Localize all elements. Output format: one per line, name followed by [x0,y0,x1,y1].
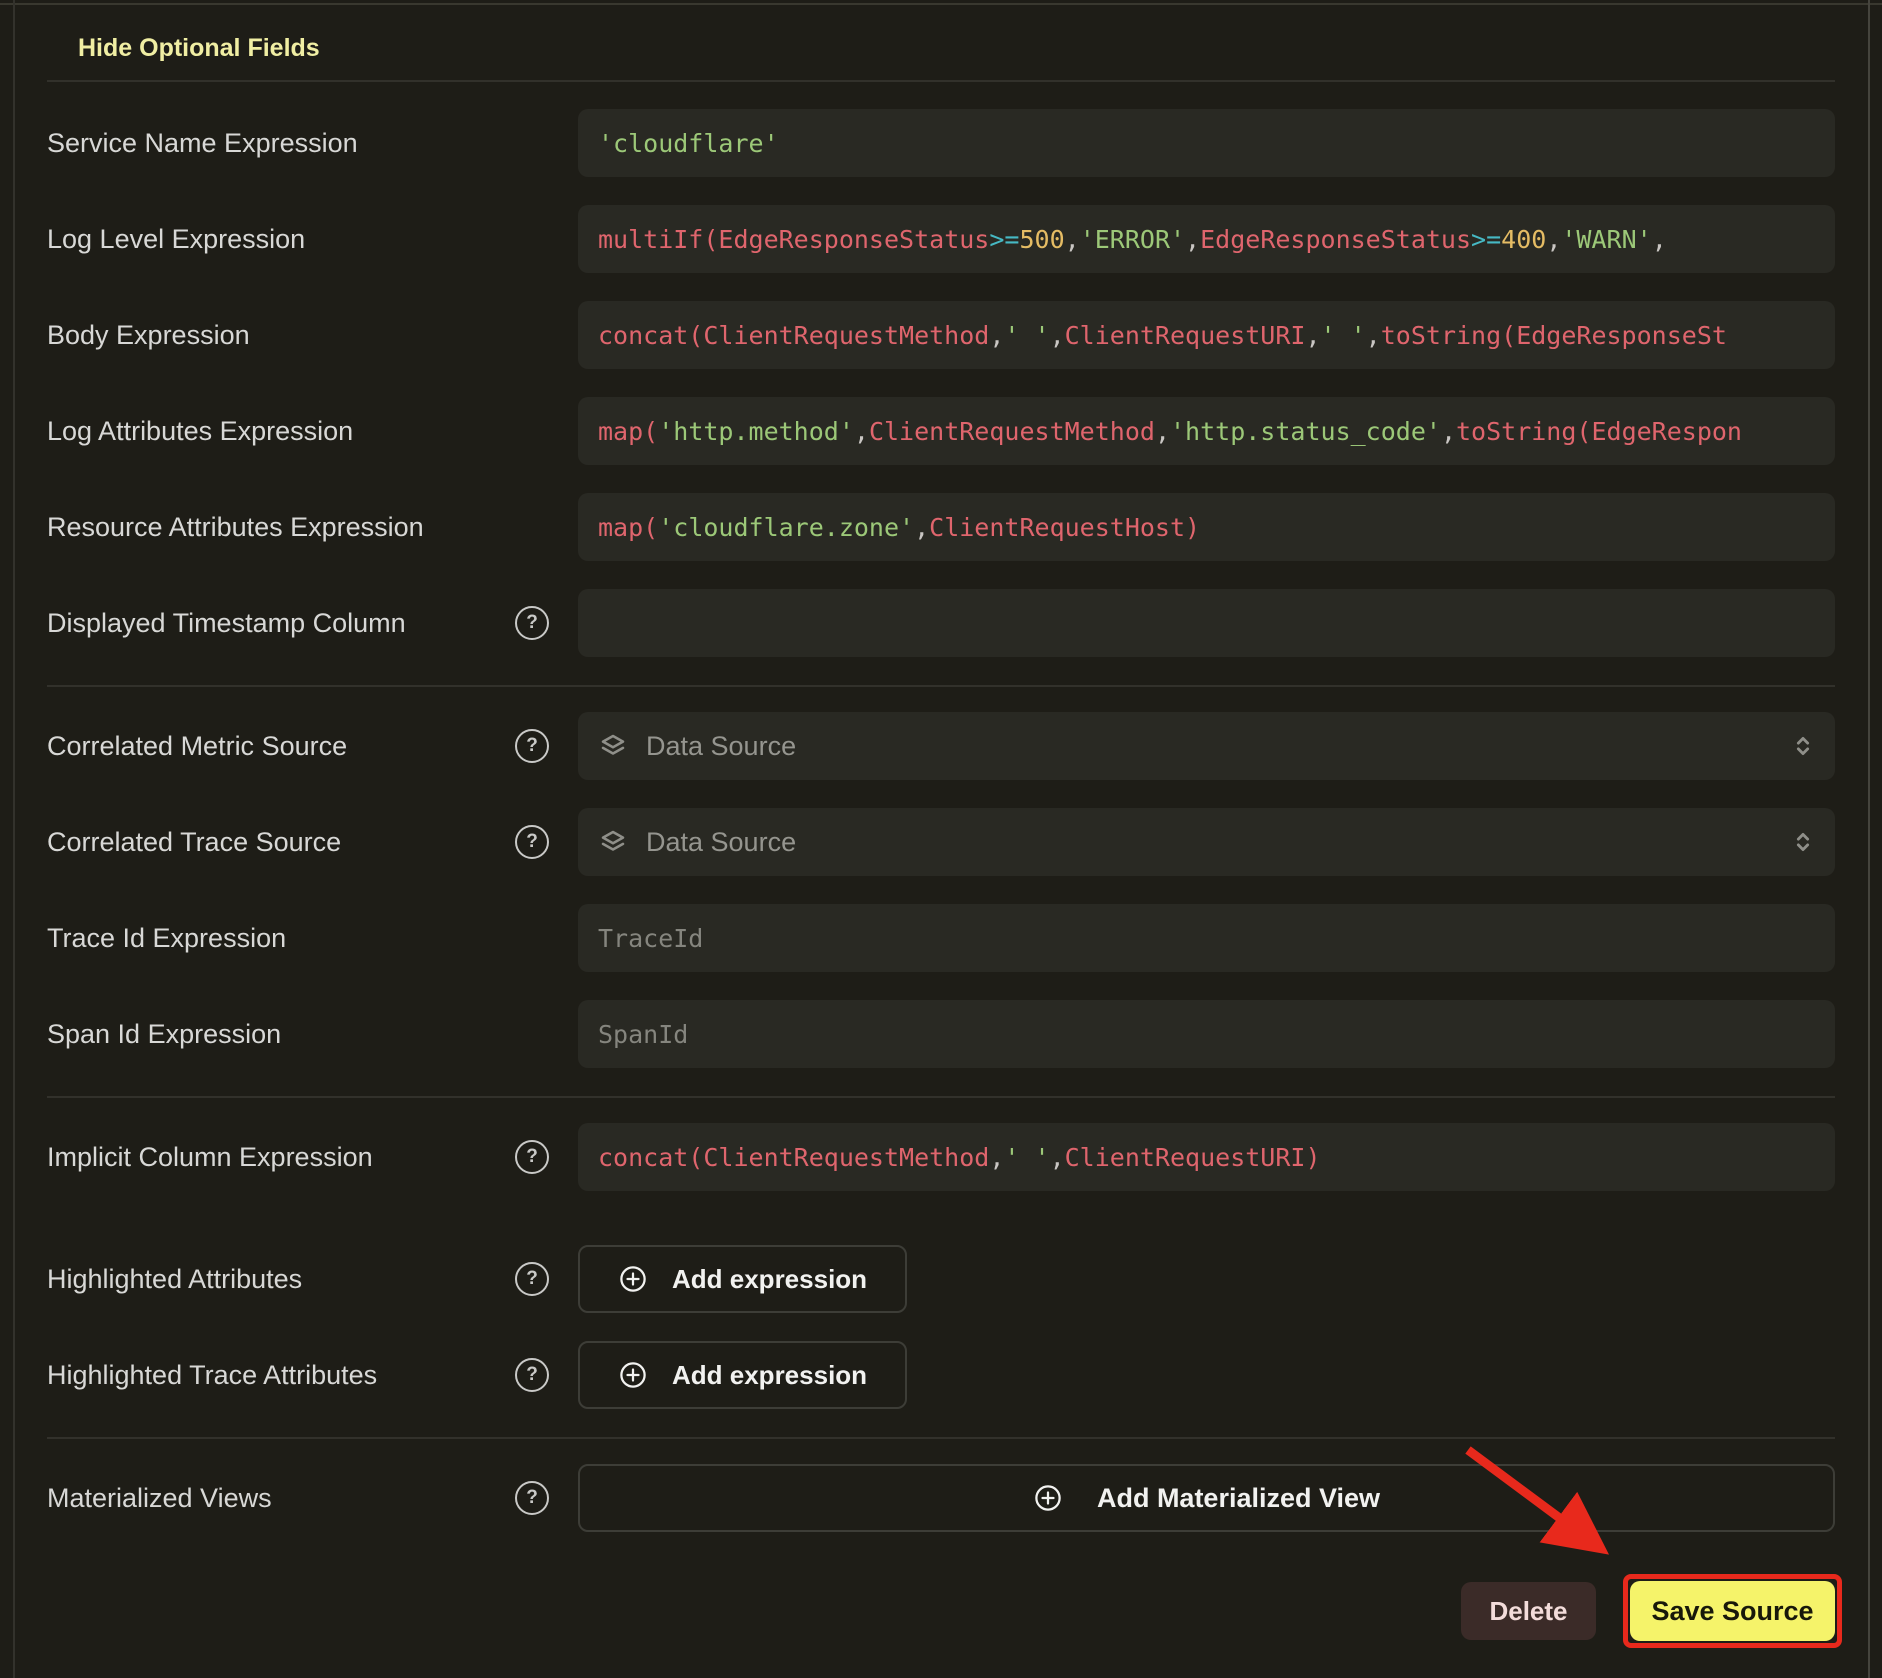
correlated-trace-source-control: Data Source [578,808,1835,876]
span-id-expression-row: Span Id Expression SpanId [47,1000,1835,1068]
help-icon[interactable]: ? [515,1140,549,1174]
layers-icon [598,731,628,761]
correlated-metric-source-select[interactable]: Data Source [578,712,1835,780]
highlighted-trace-attributes-control: Add expression [578,1341,1835,1409]
add-expression-button[interactable]: Add expression [578,1245,907,1313]
trace-id-expression-row: Trace Id Expression TraceId [47,904,1835,972]
select-placeholder: Data Source [646,827,1789,858]
body-expression-input[interactable]: concat(ClientRequestMethod, ' ', ClientR… [578,301,1835,369]
span-id-expression-control: SpanId [578,1000,1835,1068]
correlated-trace-source-select[interactable]: Data Source [578,808,1835,876]
log-level-expression-input[interactable]: multiIf(EdgeResponseStatus >= 500, 'ERRO… [578,205,1835,273]
displayed-timestamp-column-label: Displayed Timestamp Column [47,608,515,639]
correlated-metric-source-control: Data Source [578,712,1835,780]
implicit-column-expression-help-slot: ? [515,1140,578,1174]
materialized-views-control: Add Materialized View [578,1464,1835,1532]
button-label: Add expression [672,1264,867,1295]
add-expression-button[interactable]: Add expression [578,1341,907,1409]
chevron-updown-icon [1789,828,1817,856]
select-placeholder: Data Source [646,731,1789,762]
service-name-expression-input[interactable]: 'cloudflare' [578,109,1835,177]
help-icon[interactable]: ? [515,1358,549,1392]
source-settings-form: Hide Optional Fields Service Name Expres… [0,0,1882,1648]
section-divider [47,1096,1835,1098]
section-divider [47,685,1835,687]
annotation-highlight-box: Save Source [1623,1574,1842,1648]
help-icon[interactable]: ? [515,606,549,640]
log-level-expression-control: multiIf(EdgeResponseStatus >= 500, 'ERRO… [578,205,1835,273]
hide-optional-fields-link[interactable]: Hide Optional Fields [78,32,320,64]
trace-id-expression-control: TraceId [578,904,1835,972]
form-actions: Delete Save Source [47,1574,1842,1648]
displayed-timestamp-column-input[interactable] [578,589,1835,657]
help-icon[interactable]: ? [515,729,549,763]
highlighted-attributes-control: Add expression [578,1245,1835,1313]
resource-attributes-expression-row: Resource Attributes Expression map('cloud… [47,493,1835,561]
highlighted-attributes-help-slot: ? [515,1262,578,1296]
correlated-metric-source-row: Correlated Metric Source? Data Source [47,712,1835,780]
highlighted-trace-attributes-row: Highlighted Trace Attributes? Add express… [47,1341,1835,1409]
service-name-expression-row: Service Name Expression 'cloudflare' [47,109,1835,177]
displayed-timestamp-column-help-slot: ? [515,606,578,640]
add-materialized-view-button[interactable]: Add Materialized View [578,1464,1835,1532]
highlighted-attributes-label: Highlighted Attributes [47,1264,515,1295]
delete-button[interactable]: Delete [1461,1582,1596,1640]
log-attributes-expression-input[interactable]: map('http.method', ClientRequestMethod, … [578,397,1835,465]
body-expression-control: concat(ClientRequestMethod, ' ', ClientR… [578,301,1835,369]
displayed-timestamp-column-control [578,589,1835,657]
save-source-button[interactable]: Save Source [1630,1581,1835,1641]
log-attributes-expression-control: map('http.method', ClientRequestMethod, … [578,397,1835,465]
service-name-expression-control: 'cloudflare' [578,109,1835,177]
resource-attributes-expression-label: Resource Attributes Expression [47,512,515,543]
section-divider [47,1437,1835,1439]
section-divider [47,80,1835,82]
materialized-views-row: Materialized Views? Add Materialized View [47,1464,1835,1532]
body-expression-label: Body Expression [47,320,515,351]
materialized-views-help-slot: ? [515,1481,578,1515]
correlated-trace-source-label: Correlated Trace Source [47,827,515,858]
implicit-column-expression-row: Implicit Column Expression? concat(Client… [47,1123,1835,1191]
button-label: Add expression [672,1360,867,1391]
chevron-updown-icon [1789,732,1817,760]
help-icon[interactable]: ? [515,1481,549,1515]
correlated-metric-source-help-slot: ? [515,729,578,763]
resource-attributes-expression-control: map('cloudflare.zone', ClientRequestHost… [578,493,1835,561]
resource-attributes-expression-input[interactable]: map('cloudflare.zone', ClientRequestHost… [578,493,1835,561]
service-name-expression-label: Service Name Expression [47,128,515,159]
log-attributes-expression-row: Log Attributes Expression map('http.metho… [47,397,1835,465]
plus-circle-icon [618,1360,648,1390]
implicit-column-expression-input[interactable]: concat(ClientRequestMethod, ' ', ClientR… [578,1123,1835,1191]
span-id-expression-input[interactable]: SpanId [578,1000,1835,1068]
plus-circle-icon [1033,1483,1063,1513]
log-level-expression-label: Log Level Expression [47,224,515,255]
correlated-trace-source-row: Correlated Trace Source? Data Source [47,808,1835,876]
button-label: Add Materialized View [1097,1483,1380,1514]
log-level-expression-row: Log Level Expression multiIf(EdgeResponse… [47,205,1835,273]
implicit-column-expression-control: concat(ClientRequestMethod, ' ', ClientR… [578,1123,1835,1191]
form-rows: Service Name Expression 'cloudflare' Log L… [47,109,1835,1532]
displayed-timestamp-column-row: Displayed Timestamp Column? [47,589,1835,657]
span-id-expression-label: Span Id Expression [47,1019,515,1050]
trace-id-expression-input[interactable]: TraceId [578,904,1835,972]
highlighted-trace-attributes-label: Highlighted Trace Attributes [47,1360,515,1391]
trace-id-expression-label: Trace Id Expression [47,923,515,954]
body-expression-row: Body Expression concat(ClientRequestMetho… [47,301,1835,369]
help-icon[interactable]: ? [515,825,549,859]
correlated-metric-source-label: Correlated Metric Source [47,731,515,762]
implicit-column-expression-label: Implicit Column Expression [47,1142,515,1173]
correlated-trace-source-help-slot: ? [515,825,578,859]
log-attributes-expression-label: Log Attributes Expression [47,416,515,447]
layers-icon [598,827,628,857]
highlighted-trace-attributes-help-slot: ? [515,1358,578,1392]
plus-circle-icon [618,1264,648,1294]
help-icon[interactable]: ? [515,1262,549,1296]
materialized-views-label: Materialized Views [47,1483,515,1514]
highlighted-attributes-row: Highlighted Attributes? Add expression [47,1245,1835,1313]
